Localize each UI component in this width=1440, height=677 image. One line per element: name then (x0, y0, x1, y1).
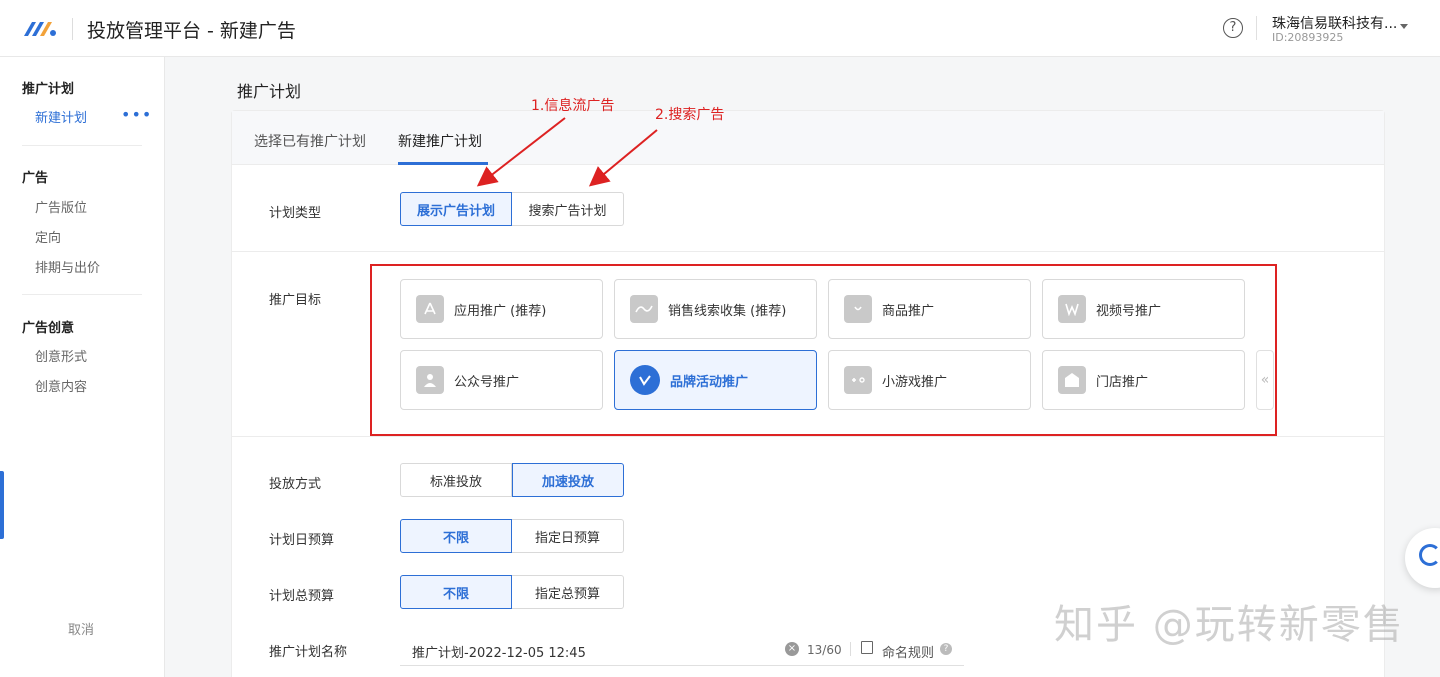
annotation-arrows (476, 117, 658, 187)
watermark: 知乎 @玩转新零售 (1054, 602, 1405, 648)
headset-icon (1419, 544, 1440, 566)
